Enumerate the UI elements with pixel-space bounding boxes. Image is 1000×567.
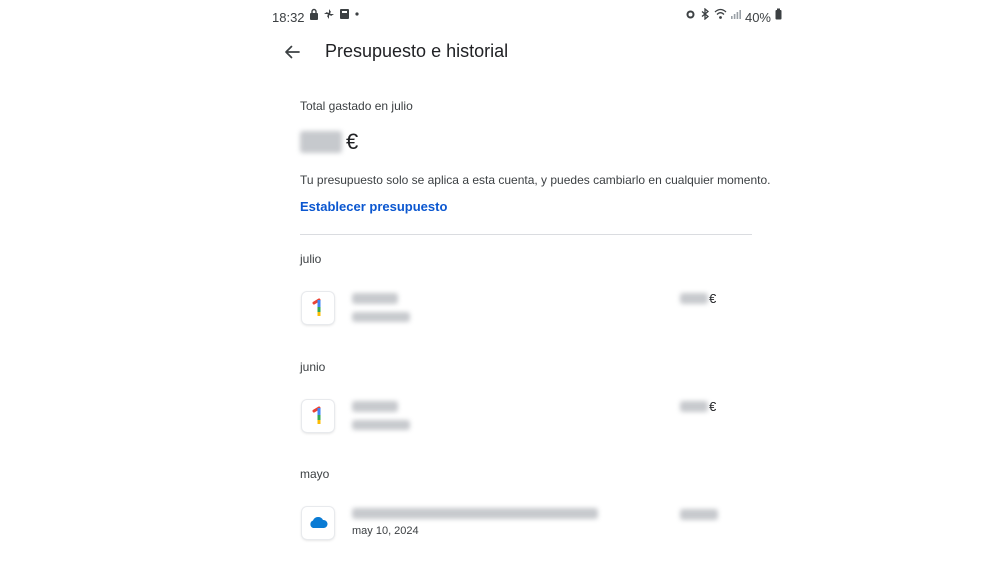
transaction-title-redacted bbox=[352, 508, 598, 519]
pinwheel-icon bbox=[323, 8, 335, 26]
status-bar: 18:32 40% bbox=[272, 7, 782, 26]
transaction-title-redacted bbox=[352, 293, 398, 304]
google-one-icon bbox=[302, 400, 334, 432]
back-button[interactable] bbox=[280, 38, 304, 66]
dot-icon bbox=[354, 8, 360, 26]
lock-icon bbox=[309, 8, 319, 26]
status-left: 18:32 bbox=[272, 8, 360, 26]
alarm-icon bbox=[685, 8, 696, 26]
status-right: 40% bbox=[685, 7, 782, 26]
month-label-junio: junio bbox=[300, 360, 326, 374]
signal-icon bbox=[730, 8, 741, 26]
month-label-julio: julio bbox=[300, 252, 322, 266]
transaction-date: may 10, 2024 bbox=[352, 525, 419, 537]
month-label-mayo: mayo bbox=[300, 467, 330, 481]
total-spent-amount: € bbox=[300, 128, 358, 156]
transaction-currency: € bbox=[709, 398, 717, 414]
page-title: Presupuesto e historial bbox=[325, 41, 509, 61]
wifi-icon bbox=[714, 8, 727, 26]
total-spent-label: Total gastado en julio bbox=[300, 99, 413, 113]
redacted-amount bbox=[680, 292, 708, 304]
budget-note: Tu presupuesto solo se aplica a esta cue… bbox=[300, 173, 771, 187]
transaction-date-redacted bbox=[352, 312, 410, 322]
arrow-back-icon bbox=[285, 45, 300, 59]
battery-icon bbox=[775, 8, 782, 26]
onedrive-cloud-icon bbox=[302, 507, 334, 539]
transaction-title-redacted bbox=[352, 401, 398, 412]
battery-percent: 40% bbox=[744, 9, 771, 25]
redacted-amount bbox=[680, 400, 708, 412]
transaction-currency: € bbox=[709, 290, 717, 306]
bluetooth-icon bbox=[700, 7, 710, 26]
transaction-amount: € bbox=[680, 398, 716, 414]
divider bbox=[300, 234, 752, 235]
redacted-amount bbox=[300, 131, 342, 153]
card-icon bbox=[339, 8, 350, 26]
set-budget-button[interactable]: Establecer presupuesto bbox=[300, 199, 447, 214]
redacted-amount bbox=[680, 508, 718, 520]
total-currency: € bbox=[346, 129, 359, 154]
transaction-amount bbox=[680, 506, 718, 522]
transaction-date-redacted bbox=[352, 420, 410, 430]
google-one-icon bbox=[302, 292, 334, 324]
transaction-amount: € bbox=[680, 290, 716, 306]
app-header: Presupuesto e historial bbox=[280, 36, 760, 68]
status-time: 18:32 bbox=[272, 9, 305, 25]
